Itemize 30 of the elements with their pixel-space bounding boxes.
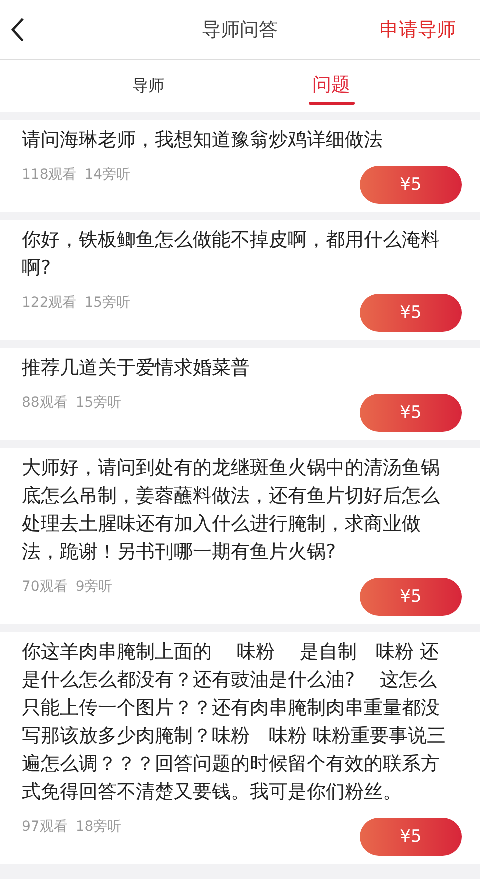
price-button[interactable]: ¥5 [360,166,462,204]
question-card[interactable]: 请问海琳老师，我想知道豫翁炒鸡详细做法 118观看 14旁听 ¥5 [0,120,480,212]
view-count: 122观看 [22,294,77,312]
listener-count: 14旁听 [84,166,131,184]
page-title: 导师问答 [202,18,278,40]
tab[interactable]: 问题 [272,60,392,112]
question-card[interactable]: 推荐几道关于爱情求婚菜普 88观看 15旁听 ¥5 [0,348,480,440]
view-count: 70观看 [22,578,68,596]
question-text: 你好，铁板鲫鱼怎么做能不掉皮啊，都用什么淹料啊? [22,228,441,281]
apply-link[interactable]: 申请导师 [380,16,456,42]
tab[interactable]: 导师 [88,60,208,112]
price-button[interactable]: ¥5 [360,578,462,616]
listener-count: 15旁听 [84,294,131,312]
question-card[interactable]: 大师好，请问到处有的龙继斑鱼火锅中的清汤鱼锅底怎么吊制，姜蓉蘸料做法，还有鱼片切好后怎么处理去土腥味还有加入什么进行腌制，求商业做法，跪谢！另书刊哪一期有鱼片火锅? 70观看 9旁听 ¥5 [0,448,480,624]
question-text: 请问海琳老师，我想知道豫翁炒鸡详细做法 [22,128,384,153]
price-button[interactable]: ¥5 [360,394,462,432]
question-text: 你这羊肉串腌制上面的 味粉 是自制 味粉 还是什么怎么都没有？还有豉油是什么油? 这怎么只能上传一个图片？？还有肉串腌制肉串重量都没写那该放多少肉腌制？味粉 味粉 味粉重要事说三遍怎么调？？？回答问题的时候留个有效的联系方式免得回答不清楚又要钱。我可是你们粉丝。 [22,640,448,805]
listener-count: 15旁听 [76,394,122,412]
listener-count: 18旁听 [76,818,122,836]
view-count: 118观看 [22,166,77,184]
question-card[interactable]: 你好，铁板鲫鱼怎么做能不掉皮啊，都用什么淹料啊? 122观看 15旁听 ¥5 [0,220,480,340]
price-button[interactable]: ¥5 [360,818,462,856]
back-icon[interactable] [10,16,26,42]
question-card[interactable]: 你这羊肉串腌制上面的 味粉 是自制 味粉 还是什么怎么都没有？还有豉油是什么油? 这怎么只能上传一个图片？？还有肉串腌制肉串重量都没写那该放多少肉腌制？味粉 味粉 味粉重要事说三遍怎么调？？？回答问题的时候留个有效的联系方式免得回答不清楚又要钱。我可是你们粉丝。 97观看 18旁听 ¥5 [0,632,480,864]
price-button[interactable]: ¥5 [360,294,462,332]
view-count: 97观看 [22,818,68,836]
question-text: 大师好，请问到处有的龙继斑鱼火锅中的清汤鱼锅底怎么吊制，姜蓉蘸料做法，还有鱼片切好后怎么处理去土腥味还有加入什么进行腌制，求商业做法，跪谢！另书刊哪一期有鱼片火锅? [22,456,441,565]
question-text: 推荐几道关于爱情求婚菜普 [22,356,251,381]
view-count: 88观看 [22,394,68,412]
listener-count: 9旁听 [76,578,113,596]
